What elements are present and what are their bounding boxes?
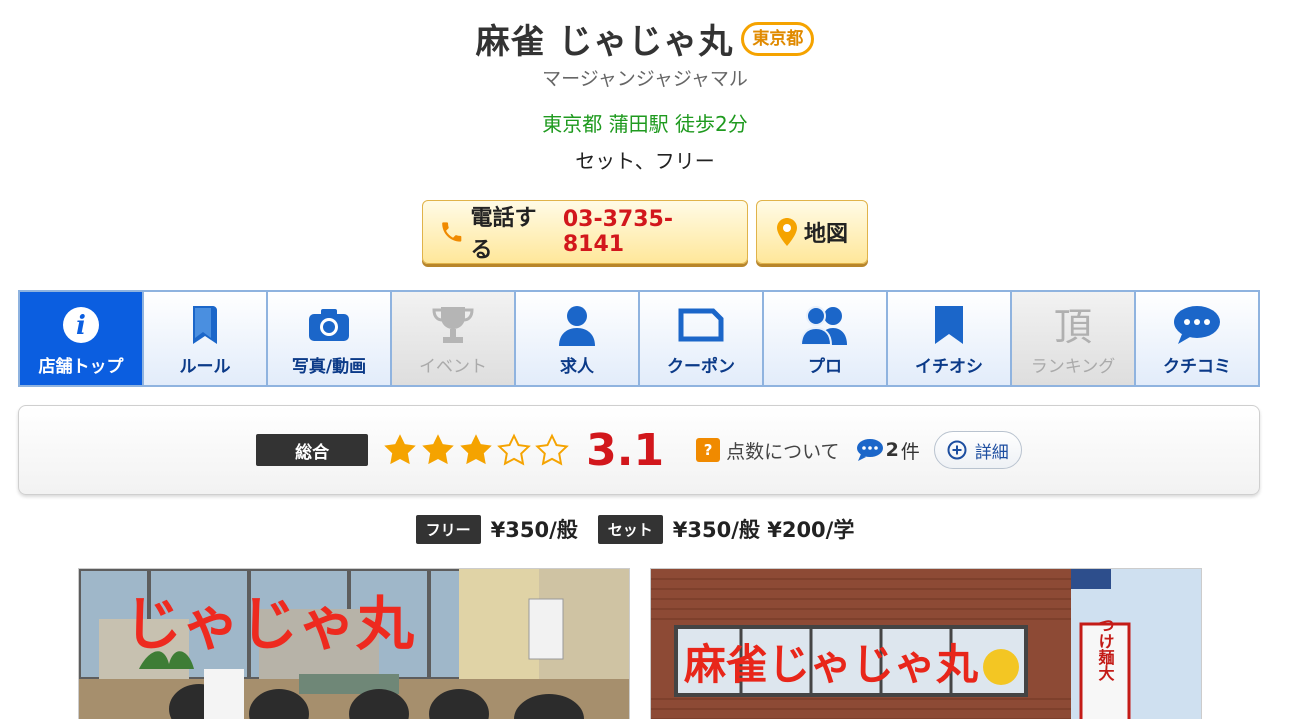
svg-text:頂: 頂 <box>1054 305 1092 348</box>
tab-label: クチコミ <box>1163 357 1231 377</box>
trophy-icon <box>432 307 474 343</box>
tab-jobs[interactable]: 求人 <box>516 292 638 385</box>
map-button[interactable]: 地図 <box>756 200 868 264</box>
star-filled-icon <box>422 434 454 465</box>
game-types: セット、フリー <box>575 149 715 173</box>
overall-label: 総合 <box>256 434 369 466</box>
tab-label: 店舗トップ <box>38 357 124 377</box>
price-row: フリー ¥350/般 セット ¥350/般 ¥200/学 <box>0 514 1290 544</box>
question-icon[interactable]: ? <box>696 438 721 462</box>
star-empty-icon <box>497 433 532 466</box>
review-count-unit: 件 <box>900 440 920 463</box>
chat-bubble-icon <box>1174 306 1220 344</box>
tab-label: プロ <box>808 357 842 377</box>
free-price: ¥350/般 <box>490 518 578 542</box>
tab-label: イチオシ <box>915 357 983 377</box>
tab-shop-top[interactable]: i 店舗トップ <box>20 292 142 385</box>
set-price: ¥350/般 ¥200/学 <box>672 518 855 542</box>
detail-label: 詳細 <box>974 442 1009 463</box>
title-row: 麻雀 じゃじゃ丸 東京都 <box>0 14 1290 63</box>
person-icon <box>559 306 595 346</box>
shop-tabs: i 店舗トップ ルール 写真/動画 イベント 求人 クーポン プロ イチオシ 頂… <box>18 290 1260 387</box>
phone-icon <box>442 222 462 242</box>
review-count-number: 2 <box>885 439 899 461</box>
action-buttons: 電話する 03-3735-8141 地図 <box>0 200 1290 264</box>
side-sign: つけ麺大 <box>1096 617 1116 682</box>
rating-summary: 総合 3.1 ? 点数について 2 件 詳細 <box>18 405 1260 495</box>
detail-button[interactable]: 詳細 <box>933 431 1022 469</box>
rating-score: 3.1 <box>586 424 665 476</box>
tab-label: クーポン <box>667 357 735 377</box>
photo-gallery: じゃじゃ丸 麻雀じゃじゃ丸 つけ麺大 <box>78 568 1202 719</box>
bookmark-icon <box>935 306 963 344</box>
book-icon <box>193 306 217 344</box>
people-icon <box>799 306 847 345</box>
info-icon: i <box>63 307 99 343</box>
camera-icon <box>309 309 349 341</box>
prefecture-badge[interactable]: 東京都 <box>741 21 815 56</box>
tab-label: ランキング <box>1030 357 1116 377</box>
set-tag: セット <box>597 514 663 544</box>
plus-circle-icon <box>947 440 967 460</box>
tab-events[interactable]: イベント <box>392 292 514 385</box>
tab-photos[interactable]: 写真/動画 <box>268 292 390 385</box>
tab-recommend[interactable]: イチオシ <box>888 292 1010 385</box>
tab-label: イベント <box>419 357 487 377</box>
star-empty-icon <box>535 433 570 466</box>
star-rating <box>382 432 570 468</box>
exterior-photo[interactable]: 麻雀じゃじゃ丸 つけ麺大 <box>650 568 1202 719</box>
map-label: 地図 <box>803 222 848 247</box>
score-about-link[interactable]: 点数について <box>726 437 839 464</box>
tab-pros[interactable]: プロ <box>764 292 886 385</box>
call-label: 電話する <box>470 206 537 263</box>
tab-rules[interactable]: ルール <box>144 292 266 385</box>
shop-access[interactable]: 東京都 蒲田駅 徒歩2分 <box>0 108 1290 137</box>
phone-number: 03-3735-8141 <box>562 207 673 257</box>
tab-label: 写真/動画 <box>291 357 367 377</box>
review-count[interactable]: 2 件 <box>856 437 920 464</box>
tab-label: ルール <box>179 357 231 377</box>
shop-kana: マージャンジャジャマル <box>542 68 748 90</box>
coupon-icon <box>678 308 724 342</box>
comment-bubble-icon <box>856 439 883 461</box>
free-tag: フリー <box>415 514 481 544</box>
map-pin-icon <box>776 218 797 246</box>
tab-ranking[interactable]: 頂 ランキング <box>1012 292 1134 385</box>
star-filled-icon <box>460 434 492 465</box>
interior-photo[interactable]: じゃじゃ丸 <box>78 568 630 719</box>
kanji-top-icon: 頂 <box>1054 305 1092 348</box>
svg-text:i: i <box>76 311 86 341</box>
window-sign: じゃじゃ丸 <box>124 590 414 658</box>
storefront-sign: 麻雀じゃじゃ丸 <box>684 640 978 689</box>
call-button[interactable]: 電話する 03-3735-8141 <box>422 200 748 264</box>
shop-title: 麻雀 じゃじゃ丸 <box>475 22 734 62</box>
star-filled-icon <box>384 434 416 465</box>
tab-reviews[interactable]: クチコミ <box>1136 292 1258 385</box>
tab-coupons[interactable]: クーポン <box>640 292 762 385</box>
tab-label: 求人 <box>560 357 594 377</box>
